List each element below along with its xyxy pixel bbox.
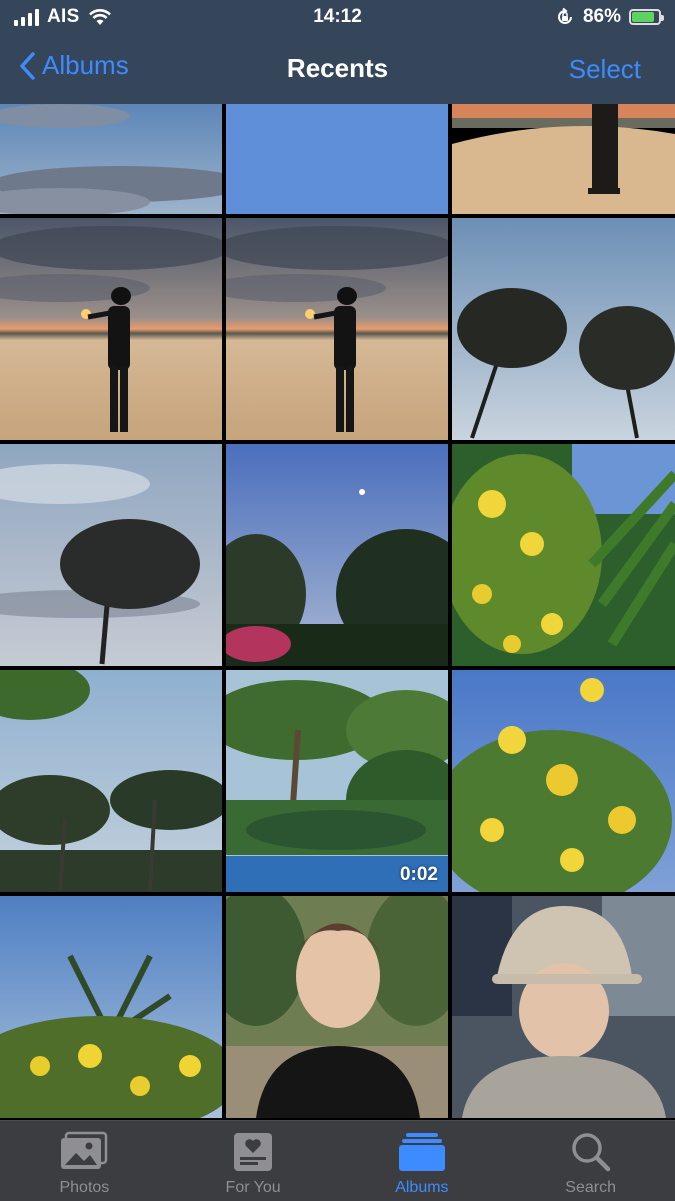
photo-thumbnail[interactable] xyxy=(0,104,222,214)
tab-photos[interactable]: Photos xyxy=(0,1121,169,1201)
photo-thumbnail[interactable] xyxy=(0,444,222,666)
for-you-icon xyxy=(234,1133,273,1171)
photo-thumbnail[interactable] xyxy=(226,104,448,214)
photo-thumbnail[interactable] xyxy=(226,218,448,440)
video-duration: 0:02 xyxy=(399,864,438,885)
search-icon xyxy=(571,1133,610,1172)
rotation-lock-icon xyxy=(558,7,572,24)
status-right: 86% xyxy=(555,6,664,28)
photo-thumbnail[interactable] xyxy=(0,218,222,440)
photo-thumbnail[interactable] xyxy=(226,444,448,666)
nav-bar: Albums Recents Select xyxy=(0,36,675,104)
tab-label: For You xyxy=(225,1179,281,1196)
photo-grid: 0:02 xyxy=(0,104,675,1120)
battery-level-fill xyxy=(632,12,655,22)
tab-label: Albums xyxy=(395,1179,449,1196)
video-thumbnail[interactable]: 0:02 xyxy=(226,670,448,892)
photo-thumbnail[interactable] xyxy=(226,896,448,1118)
photo-thumbnail[interactable] xyxy=(452,896,675,1118)
battery-charging-icon xyxy=(629,9,664,25)
photo-thumbnail[interactable] xyxy=(0,896,222,1118)
albums-icon xyxy=(398,1133,445,1171)
photo-thumbnail[interactable] xyxy=(452,218,675,440)
status-bar: AIS 14:12 86% xyxy=(0,0,675,36)
photo-thumbnail[interactable] xyxy=(452,444,675,666)
tab-search[interactable]: Search xyxy=(506,1121,675,1201)
battery-percent: 86% xyxy=(582,6,621,27)
photo-thumbnail[interactable] xyxy=(0,670,222,892)
photo-thumbnail[interactable] xyxy=(452,670,675,892)
tab-albums[interactable]: Albums xyxy=(338,1121,507,1201)
select-button[interactable]: Select xyxy=(569,54,641,85)
tab-for-you[interactable]: For You xyxy=(169,1121,338,1201)
photos-icon xyxy=(61,1131,108,1169)
tab-label: Photos xyxy=(59,1179,110,1196)
tab-bar: Photos For You Albums Search xyxy=(0,1120,675,1201)
photo-thumbnail[interactable] xyxy=(452,104,675,214)
tab-label: Search xyxy=(565,1179,616,1196)
